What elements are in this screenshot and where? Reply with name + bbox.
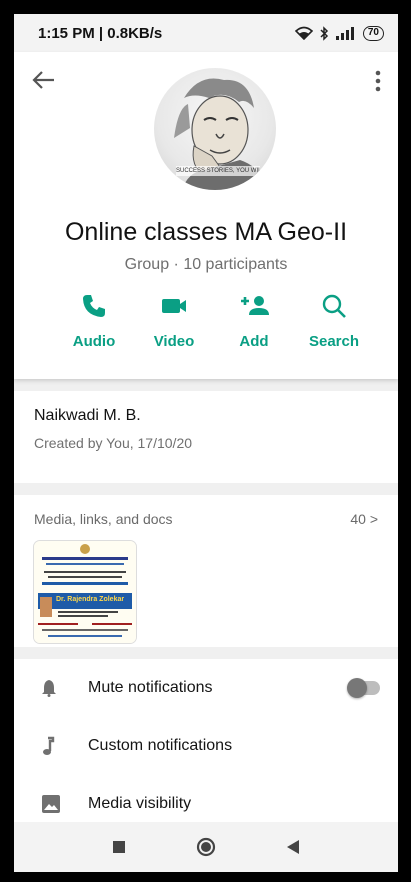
search-icon <box>322 294 346 318</box>
back-arrow-icon[interactable] <box>30 66 58 94</box>
action-row: Audio Video Add Search <box>14 293 398 363</box>
add-person-icon <box>241 296 269 315</box>
group-avatar[interactable]: SUCCESS STORIES, YOU WIL <box>154 68 276 190</box>
phone-screen: 1:15 PM | 0.8KB/s 70 SUCCESS STORIES, YO… <box>14 14 398 872</box>
group-header: SUCCESS STORIES, YOU WIL Online classes … <box>14 52 398 379</box>
media-label: Media, links, and docs <box>34 511 173 527</box>
bluetooth-icon <box>320 25 328 41</box>
section-gap <box>14 647 398 659</box>
media-section: Media, links, and docs 40 > Dr. Rajendra… <box>14 495 398 647</box>
audio-label: Audio <box>72 333 116 350</box>
home-icon[interactable] <box>196 837 216 857</box>
status-time: 1:15 PM | 0.8KB/s <box>38 24 163 42</box>
battery-icon: 70 <box>362 25 384 41</box>
add-label: Add <box>239 333 269 350</box>
video-label: Video <box>153 333 195 350</box>
phone-icon <box>83 295 105 317</box>
audio-button[interactable]: Audio <box>54 293 134 350</box>
video-button[interactable]: Video <box>134 293 214 350</box>
section-gap <box>14 379 398 391</box>
status-bar: 1:15 PM | 0.8KB/s 70 <box>14 14 398 52</box>
mute-notifications-row[interactable]: Mute notifications <box>14 659 398 717</box>
music-note-icon <box>43 736 55 755</box>
wifi-icon <box>294 26 313 40</box>
group-participants[interactable]: Group · 10 participants <box>14 256 398 274</box>
media-count[interactable]: 40 > <box>350 511 378 527</box>
back-icon[interactable] <box>286 839 300 855</box>
image-icon <box>42 795 60 813</box>
media-thumbnail[interactable]: Dr. Rajendra Zolekar <box>34 541 136 643</box>
custom-notifications-row[interactable]: Custom notifications <box>14 717 398 775</box>
mute-toggle[interactable] <box>347 678 380 698</box>
more-options-icon[interactable] <box>366 68 390 94</box>
settings-list: Mute notifications Custom notifications … <box>14 659 398 833</box>
group-description[interactable]: Naikwadi M. B. Created by You, 17/10/20 <box>14 391 398 483</box>
bell-icon <box>42 680 56 697</box>
video-icon <box>162 299 186 313</box>
custom-notifications-label: Custom notifications <box>88 737 233 754</box>
signal-icon <box>335 27 354 40</box>
section-gap <box>14 483 398 495</box>
description-text: Naikwadi M. B. <box>34 407 141 424</box>
status-icons: 70 <box>294 25 384 41</box>
add-button[interactable]: Add <box>214 293 294 350</box>
search-button[interactable]: Search <box>294 293 374 350</box>
poster-title: Dr. Rajendra Zolekar <box>56 596 125 603</box>
avatar-caption: SUCCESS STORIES, YOU WIL <box>176 168 260 174</box>
navigation-bar <box>14 822 398 872</box>
poster-image <box>34 541 136 643</box>
recents-icon[interactable] <box>112 840 126 854</box>
media-visibility-label: Media visibility <box>88 795 192 812</box>
mute-notifications-label: Mute notifications <box>88 679 213 696</box>
created-info: Created by You, 17/10/20 <box>34 435 193 451</box>
media-header[interactable]: Media, links, and docs 40 > <box>34 511 378 527</box>
search-label: Search <box>308 333 360 350</box>
toggle-knob <box>347 678 367 698</box>
group-title: Online classes MA Geo-II <box>64 218 348 246</box>
